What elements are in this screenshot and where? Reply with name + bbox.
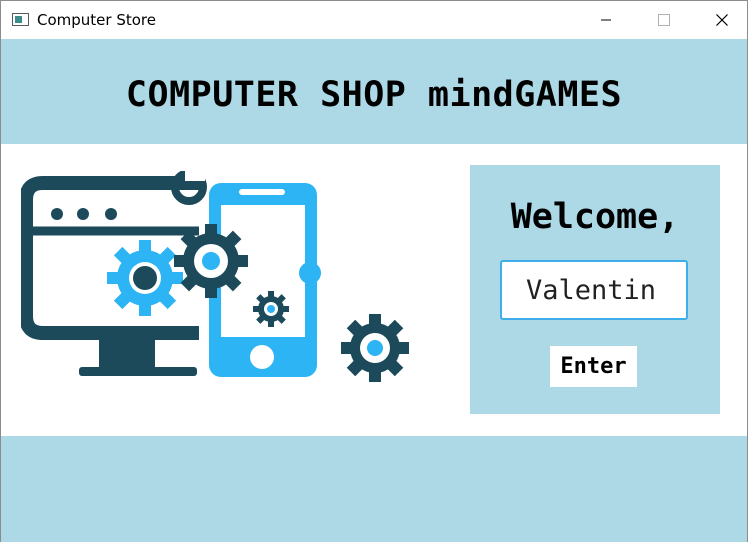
maximize-icon <box>658 14 670 26</box>
enter-button[interactable]: Enter <box>550 346 637 387</box>
minimize-button[interactable] <box>583 1 629 39</box>
application-window: Computer Store COMPUTER SHOP mindGAMES W… <box>0 0 748 542</box>
welcome-label: Welcome, <box>510 197 680 237</box>
window-title: Computer Store <box>37 11 156 29</box>
shop-title: COMPUTER SHOP mindGAMES <box>125 75 623 115</box>
computer-repair-illustration <box>21 171 409 382</box>
app-window-icon <box>12 13 29 26</box>
header-band: COMPUTER SHOP mindGAMES <box>1 39 747 162</box>
gear-icon <box>341 314 409 382</box>
title-bar[interactable]: Computer Store <box>1 1 747 39</box>
name-input[interactable] <box>500 260 688 320</box>
close-icon <box>716 14 728 26</box>
wrench-icon <box>171 171 207 205</box>
maximize-button[interactable] <box>641 1 687 39</box>
gear-icon <box>174 224 248 298</box>
gear-icon <box>107 240 183 316</box>
minimize-icon <box>601 19 611 21</box>
footer-band <box>1 436 747 542</box>
gear-icon <box>253 291 289 327</box>
close-button[interactable] <box>699 1 745 39</box>
